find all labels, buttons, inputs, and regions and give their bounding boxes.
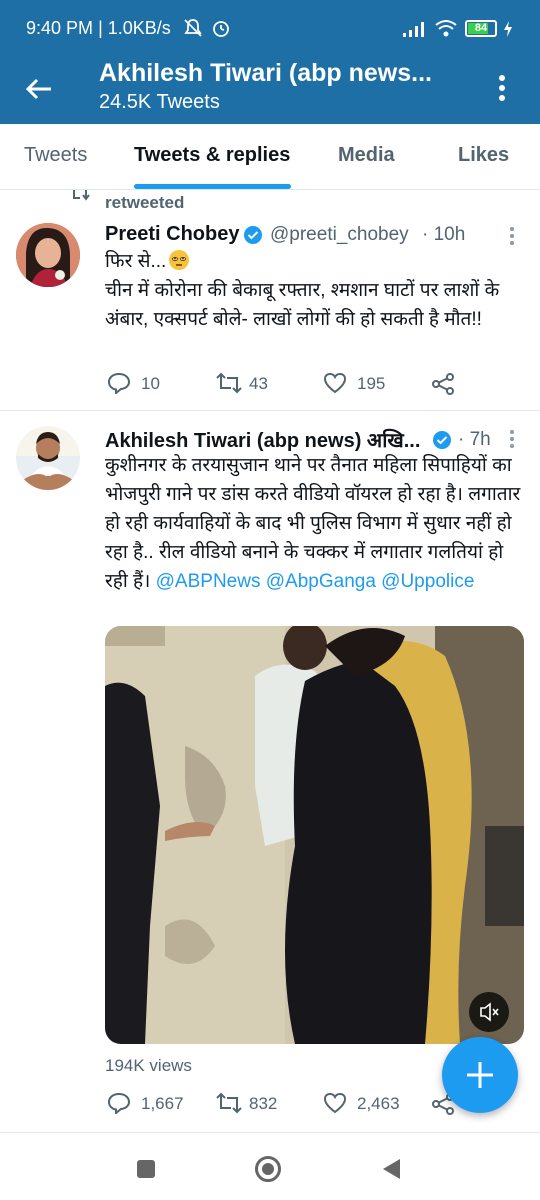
mention-link[interactable]: @AbpGanga	[266, 571, 376, 592]
back-arrow-icon	[25, 78, 51, 100]
network-speed: 1.0KB/s	[107, 18, 171, 38]
tweet-header: Preeti Chobey	[105, 223, 239, 246]
tweet-item[interactable]: retweeted Preeti Chobey @preeti_chobey ·…	[0, 190, 540, 411]
tweet-count: 24.5K Tweets	[99, 91, 220, 113]
speaker-muted-icon	[480, 1002, 499, 1022]
wifi-icon	[434, 18, 458, 38]
like-button[interactable]	[323, 372, 347, 394]
active-tab-indicator	[134, 184, 291, 189]
home-button[interactable]	[254, 1155, 282, 1183]
avatar[interactable]	[16, 223, 80, 287]
retweet-button[interactable]	[215, 1092, 243, 1114]
tab-likes[interactable]: Likes	[458, 144, 509, 167]
mute-notifications-icon	[182, 17, 204, 39]
mention-link[interactable]: @Uppolice	[381, 571, 474, 592]
retweet-action-icon	[216, 372, 242, 394]
retweet-count: 43	[249, 374, 268, 393]
mute-video-button[interactable]	[469, 992, 509, 1032]
triangle-back-icon	[383, 1159, 400, 1179]
tweet-more-icon[interactable]	[509, 226, 515, 246]
profile-title: Akhilesh Tiwari (abp news...	[99, 59, 432, 87]
signal-icon	[402, 20, 428, 38]
mention-link[interactable]: @ABPNews	[156, 571, 261, 592]
tweet-more-icon[interactable]	[509, 429, 515, 449]
view-count: 194K views	[105, 1056, 192, 1075]
reply-count: 10	[141, 374, 160, 393]
tweet-time: · 7h	[458, 429, 491, 450]
verified-badge-icon	[432, 430, 452, 450]
tab-tweets-replies[interactable]: Tweets & replies	[134, 144, 290, 167]
author-name[interactable]: Preeti Chobey	[105, 223, 239, 245]
retweet-count: 832	[249, 1094, 278, 1113]
system-nav-bar	[0, 1134, 540, 1200]
back-button[interactable]	[24, 74, 54, 104]
profile-header: Akhilesh Tiwari (abp news... 24.5K Tweet…	[0, 56, 540, 124]
back-nav-button[interactable]	[381, 1158, 401, 1180]
tweet-header: Akhilesh Tiwari (abp news) अखि...	[105, 426, 420, 453]
tab-tweets[interactable]: Tweets	[24, 144, 87, 167]
retweet-icon	[72, 190, 92, 202]
square-icon	[137, 1160, 155, 1178]
reply-count: 1,667	[141, 1094, 184, 1113]
tweet-item[interactable]: Akhilesh Tiwari (abp news) अखि... · 7h क…	[0, 411, 540, 1133]
profile-tabs: Tweets Tweets & replies Media Likes	[0, 124, 540, 190]
avatar[interactable]	[16, 426, 80, 490]
charging-icon	[502, 20, 514, 38]
author-name[interactable]: Akhilesh Tiwari (abp news) अखि...	[105, 430, 420, 452]
home-circle-icon	[255, 1156, 281, 1182]
retweet-button[interactable]	[215, 372, 243, 394]
reply-icon	[107, 372, 131, 394]
tweet-text-line1: फिर से...	[105, 251, 167, 272]
tweet-video[interactable]	[105, 626, 524, 1044]
like-button[interactable]	[323, 1092, 347, 1114]
share-button[interactable]	[431, 372, 455, 396]
status-time-group: 9:40 PM | 1.0KB/s	[26, 18, 171, 38]
face-emoji-icon	[168, 249, 190, 271]
alarm-icon	[210, 17, 232, 39]
heart-icon	[323, 1092, 347, 1114]
plus-icon	[467, 1062, 493, 1088]
share-icon	[432, 373, 454, 395]
tab-media[interactable]: Media	[338, 144, 395, 167]
battery-icon: 84	[465, 20, 497, 37]
tweet-time: · 10h	[422, 224, 466, 245]
tweet-text-line2: चीन में कोरोना की बेकाबू रफ्तार, श्मशान …	[105, 280, 500, 330]
author-handle[interactable]: @preeti_chobey	[270, 224, 409, 246]
battery-level: 84	[474, 22, 488, 34]
like-count: 2,463	[357, 1094, 400, 1113]
reply-button[interactable]	[107, 1092, 131, 1114]
more-vertical-icon	[499, 75, 505, 101]
tweet-text: फिर से... चीन में कोरोना की बेकाबू रफ्ता…	[105, 247, 515, 334]
video-thumbnail	[105, 626, 524, 1044]
verified-badge-icon	[243, 225, 263, 245]
like-count: 195	[357, 374, 386, 393]
reply-icon	[107, 1092, 131, 1114]
recent-apps-button[interactable]	[136, 1159, 156, 1179]
compose-tweet-button[interactable]	[442, 1037, 518, 1113]
status-time: 9:40 PM	[26, 18, 94, 38]
retweet-context: retweeted	[105, 193, 185, 212]
more-options-button[interactable]	[498, 74, 506, 102]
retweet-action-icon	[216, 1092, 242, 1114]
reply-button[interactable]	[107, 372, 131, 394]
tweet-text: कुशीनगर के तरयासुजान थाने पर तैनात महिला…	[105, 451, 525, 596]
status-bar: 9:40 PM | 1.0KB/s 84	[0, 0, 540, 56]
heart-icon	[323, 372, 347, 394]
